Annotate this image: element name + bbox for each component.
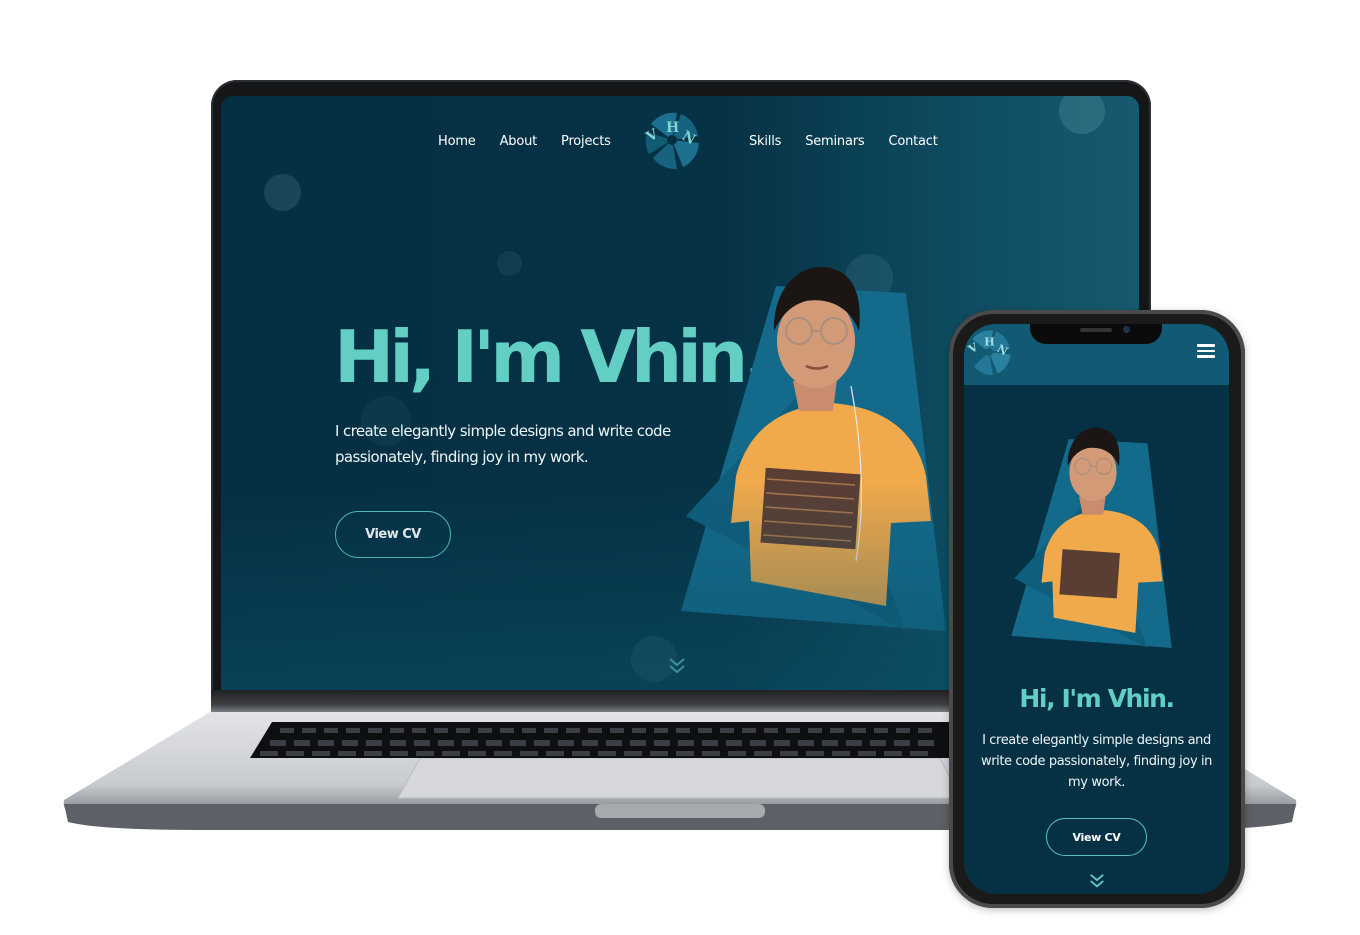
- mobile-view-cv-button[interactable]: View CV: [1046, 818, 1147, 856]
- mobile-logo-letter-n: N: [995, 342, 1010, 358]
- nav-seminars[interactable]: Seminars: [805, 134, 864, 149]
- bubble: [1059, 96, 1105, 134]
- mobile-hero-description: I create elegantly simple designs and wr…: [980, 733, 1213, 790]
- nav-left: Home About Projects: [438, 134, 611, 149]
- bubble: [264, 174, 301, 211]
- phone-notch: [1030, 324, 1162, 344]
- nav-skills[interactable]: Skills: [749, 134, 781, 149]
- mobile-logo-letter-h: H: [984, 336, 994, 349]
- nav-home[interactable]: Home: [438, 134, 476, 149]
- hamburger-menu-icon[interactable]: [1197, 344, 1215, 358]
- nav-right: Skills Seminars Contact: [749, 134, 938, 149]
- notch-camera: [1123, 326, 1130, 333]
- mobile-hero-title: Hi, I'm Vhin.: [1019, 684, 1175, 713]
- nav-about[interactable]: About: [500, 134, 538, 149]
- mobile-portrait-image: [1011, 427, 1172, 648]
- mobile-scroll-down-chevron-icon[interactable]: [1089, 873, 1105, 889]
- hero-description: I create elegantly simple designs and wr…: [335, 422, 671, 466]
- logo-letter-v: V: [643, 126, 662, 146]
- scroll-down-chevron-icon[interactable]: [668, 657, 686, 675]
- mobile-logo-letter-v: V: [966, 340, 981, 356]
- view-cv-button[interactable]: View CV: [335, 511, 451, 558]
- logo-letter-n: N: [679, 128, 698, 148]
- bubble: [497, 251, 522, 276]
- nav-projects[interactable]: Projects: [561, 134, 611, 149]
- logo-letters: V H N: [643, 120, 698, 148]
- logo[interactable]: V H N: [643, 110, 701, 170]
- notch-speaker: [1080, 328, 1112, 332]
- phone-screen: V H N Hi, I'm Vhin. I create elegantly s…: [964, 324, 1229, 894]
- hero-portrait-image: [681, 266, 946, 631]
- laptop-keyboard: [250, 722, 950, 758]
- mobile-logo-letters: V H N: [966, 336, 1010, 359]
- logo-letter-h: H: [666, 120, 679, 136]
- nav-contact[interactable]: Contact: [888, 134, 937, 149]
